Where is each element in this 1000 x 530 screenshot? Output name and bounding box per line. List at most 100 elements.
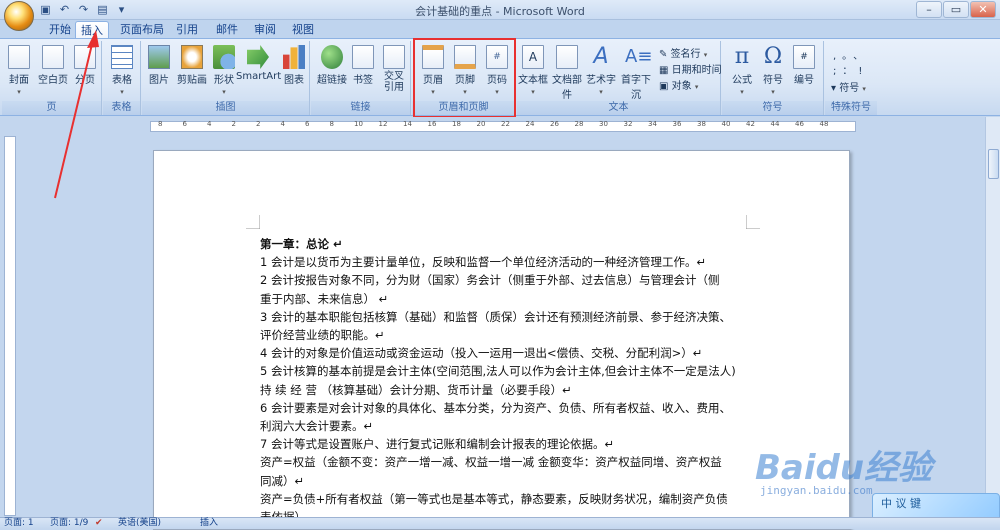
tab-references[interactable]: 引用 — [170, 21, 204, 39]
special-symbol-dropdown[interactable]: ▾ 符号 ▾ — [831, 79, 866, 94]
page-break-button[interactable]: 分页 — [70, 43, 100, 86]
wordart-label: 艺术字 — [586, 75, 616, 86]
picture-button[interactable]: 图片 — [144, 43, 174, 86]
proofing-icon[interactable]: ✔ — [95, 518, 103, 529]
vertical-ruler[interactable] — [4, 136, 16, 516]
object-label: 对象 — [671, 81, 692, 92]
status-language[interactable]: 英语(美国) — [118, 518, 161, 529]
window-title: 会计基础的重点 - Microsoft Word — [415, 5, 585, 18]
equation-button[interactable]: π 公式 ▾ — [726, 43, 758, 97]
quick-parts-icon — [556, 45, 578, 69]
ruler-number: 14 — [403, 120, 412, 128]
bookmark-button[interactable]: 书签 — [349, 43, 377, 86]
tab-page-layout[interactable]: 页面布局 — [114, 21, 170, 39]
ruler-number: 32 — [623, 120, 633, 128]
ruler-number: 8 — [329, 120, 334, 128]
smartart-icon — [247, 45, 269, 69]
tab-view[interactable]: 视图 — [286, 21, 320, 39]
text-box-icon: A — [522, 45, 544, 69]
numbering-button[interactable]: # 编号 — [788, 43, 820, 86]
group-links-label: 链接 — [311, 101, 410, 115]
picture-icon — [148, 45, 170, 69]
ruler-number: 6 — [305, 120, 310, 128]
hyperlink-icon — [321, 45, 343, 69]
ruler-number: 46 — [795, 120, 804, 128]
group-illustrations: 图片 剪贴画 形状 ▾ SmartArt 图表 插图 — [142, 41, 310, 115]
symbol-label: 符号 — [763, 75, 783, 86]
maximize-button[interactable]: ▭ — [943, 1, 969, 18]
group-special-symbols: ,。、;：! ▾ 符号 ▾ 特殊符号 — [825, 41, 877, 115]
cross-reference-label: 交叉引用 — [384, 71, 404, 93]
hyperlink-button[interactable]: 超链接 — [315, 43, 349, 86]
doc-line: 4 会计的对象是价值运动或资金运动（投入一运用一退出<偿债、交税、分配利润>）↵ — [260, 346, 703, 361]
date-time-label: 日期和时间 — [671, 65, 722, 76]
numbering-label: 编号 — [794, 75, 814, 86]
wordart-icon: A — [593, 44, 609, 69]
title-bar: ▣ ↶ ↷ ▤ ▾ 会计基础的重点 - Microsoft Word – ▭ ✕ — [0, 0, 1000, 20]
minimize-button[interactable]: – — [916, 1, 942, 18]
doc-line: 2 会计按报告对象不同，分为财（国家）务会计（侧重于外部、过去信息）与管理会计（… — [260, 273, 720, 288]
tab-home[interactable]: 开始 — [40, 21, 80, 39]
numbering-icon: # — [793, 45, 815, 69]
ruler-number: 2 — [256, 120, 261, 128]
ruler-number: 4 — [207, 120, 212, 128]
office-button[interactable] — [4, 1, 34, 31]
doc-line: 评价经营业绩的职能。↵ — [260, 328, 385, 343]
quick-parts-label: 文档部件 — [552, 75, 582, 101]
vertical-scrollbar[interactable] — [985, 117, 1000, 517]
group-pages: 封面 ▾ 空白页 分页 页 — [2, 41, 102, 115]
wordart-button[interactable]: A 艺术字 ▾ — [585, 43, 617, 97]
drop-cap-label: 首字下沉 — [621, 75, 651, 101]
doc-line: 6 会计要素是对会计对象的具体化、基本分类，分为资产、负债、所有者权益、收入、费… — [260, 400, 731, 415]
object-icon: ▣ — [659, 81, 672, 92]
blank-page-button[interactable]: 空白页 — [36, 43, 70, 86]
cover-page-icon — [8, 45, 30, 69]
ruler-number: 28 — [574, 120, 584, 128]
window-controls: – ▭ ✕ — [915, 1, 996, 18]
highlight-box — [413, 38, 516, 118]
signature-line-button[interactable]: ✎ 签名行 ▾ — [659, 45, 707, 60]
group-special-label: 特殊符号 — [825, 101, 877, 115]
doc-line: 重于内部、未来信息） ↵ — [260, 291, 389, 306]
text-box-button[interactable]: A 文本框 ▾ — [517, 43, 549, 97]
blank-page-label: 空白页 — [38, 75, 68, 86]
object-button[interactable]: ▣ 对象 ▾ — [659, 77, 698, 92]
symbol-button[interactable]: Ω 符号 ▾ — [758, 43, 788, 97]
ime-label: 中 议 键 — [881, 497, 921, 510]
chart-button[interactable]: 图表 — [280, 43, 308, 86]
ruler-number: 40 — [721, 120, 731, 128]
special-chars-grid[interactable]: ,。、;：! — [833, 47, 869, 77]
doc-line: 资产=权益（金额不变：资产一增一减、权益一增一减 金额变华：资产权益同增、资产权… — [260, 455, 722, 470]
table-button[interactable]: 表格 ▾ — [107, 43, 137, 97]
document-page[interactable]: 第一章：总论 ↵ 1 会计是以货币为主要计量单位，反映和监督一个单位经济活动的一… — [153, 150, 850, 530]
tab-mailings[interactable]: 邮件 — [210, 21, 244, 39]
doc-line: 第一章：总论 ↵ — [260, 237, 343, 251]
tab-insert[interactable]: 插入 — [75, 21, 109, 39]
clip-art-button[interactable]: 剪贴画 — [174, 43, 210, 86]
status-page[interactable]: 页面: 1 — [4, 518, 34, 529]
ruler-number: 38 — [697, 120, 706, 128]
doc-line: 利润六大会计要素。↵ — [260, 419, 374, 434]
scroll-thumb[interactable] — [988, 149, 999, 179]
table-label: 表格 — [112, 75, 132, 86]
shapes-label: 形状 — [214, 75, 234, 86]
ruler-number: 16 — [427, 120, 437, 128]
status-page-count[interactable]: 页面: 1/9 — [50, 518, 88, 529]
ruler-number: 26 — [550, 120, 559, 128]
smartart-button[interactable]: SmartArt — [236, 43, 281, 82]
tab-review[interactable]: 审阅 — [248, 21, 282, 39]
group-symbols-label: 符号 — [722, 101, 823, 115]
cover-page-button[interactable]: 封面 ▾ — [4, 43, 34, 97]
ruler-number: 20 — [476, 120, 486, 128]
document-body[interactable]: 第一章：总论 ↵ 1 会计是以货币为主要计量单位，反映和监督一个单位经济活动的一… — [260, 235, 750, 526]
ruler-number: 22 — [501, 120, 510, 128]
date-time-button[interactable]: ▦ 日期和时间 — [659, 61, 722, 76]
status-mode[interactable]: 插入 — [200, 518, 218, 529]
cross-reference-button[interactable]: 交叉引用 — [379, 43, 409, 93]
signature-line-label: 签名行 — [670, 49, 701, 60]
shapes-button[interactable]: 形状 ▾ — [210, 43, 238, 97]
horizontal-ruler[interactable]: 8 6 4 2 2 4 6 8 10 12 14 16 18 20 22 24 26 28 30 32 34 36 38 40… — [0, 117, 1000, 135]
doc-line: 5 会计核算的基本前提是会计主体(空间范围,法人可以作为会计主体,但会计主体不一… — [260, 364, 736, 379]
cross-reference-icon — [383, 45, 405, 69]
close-button[interactable]: ✕ — [970, 1, 996, 18]
